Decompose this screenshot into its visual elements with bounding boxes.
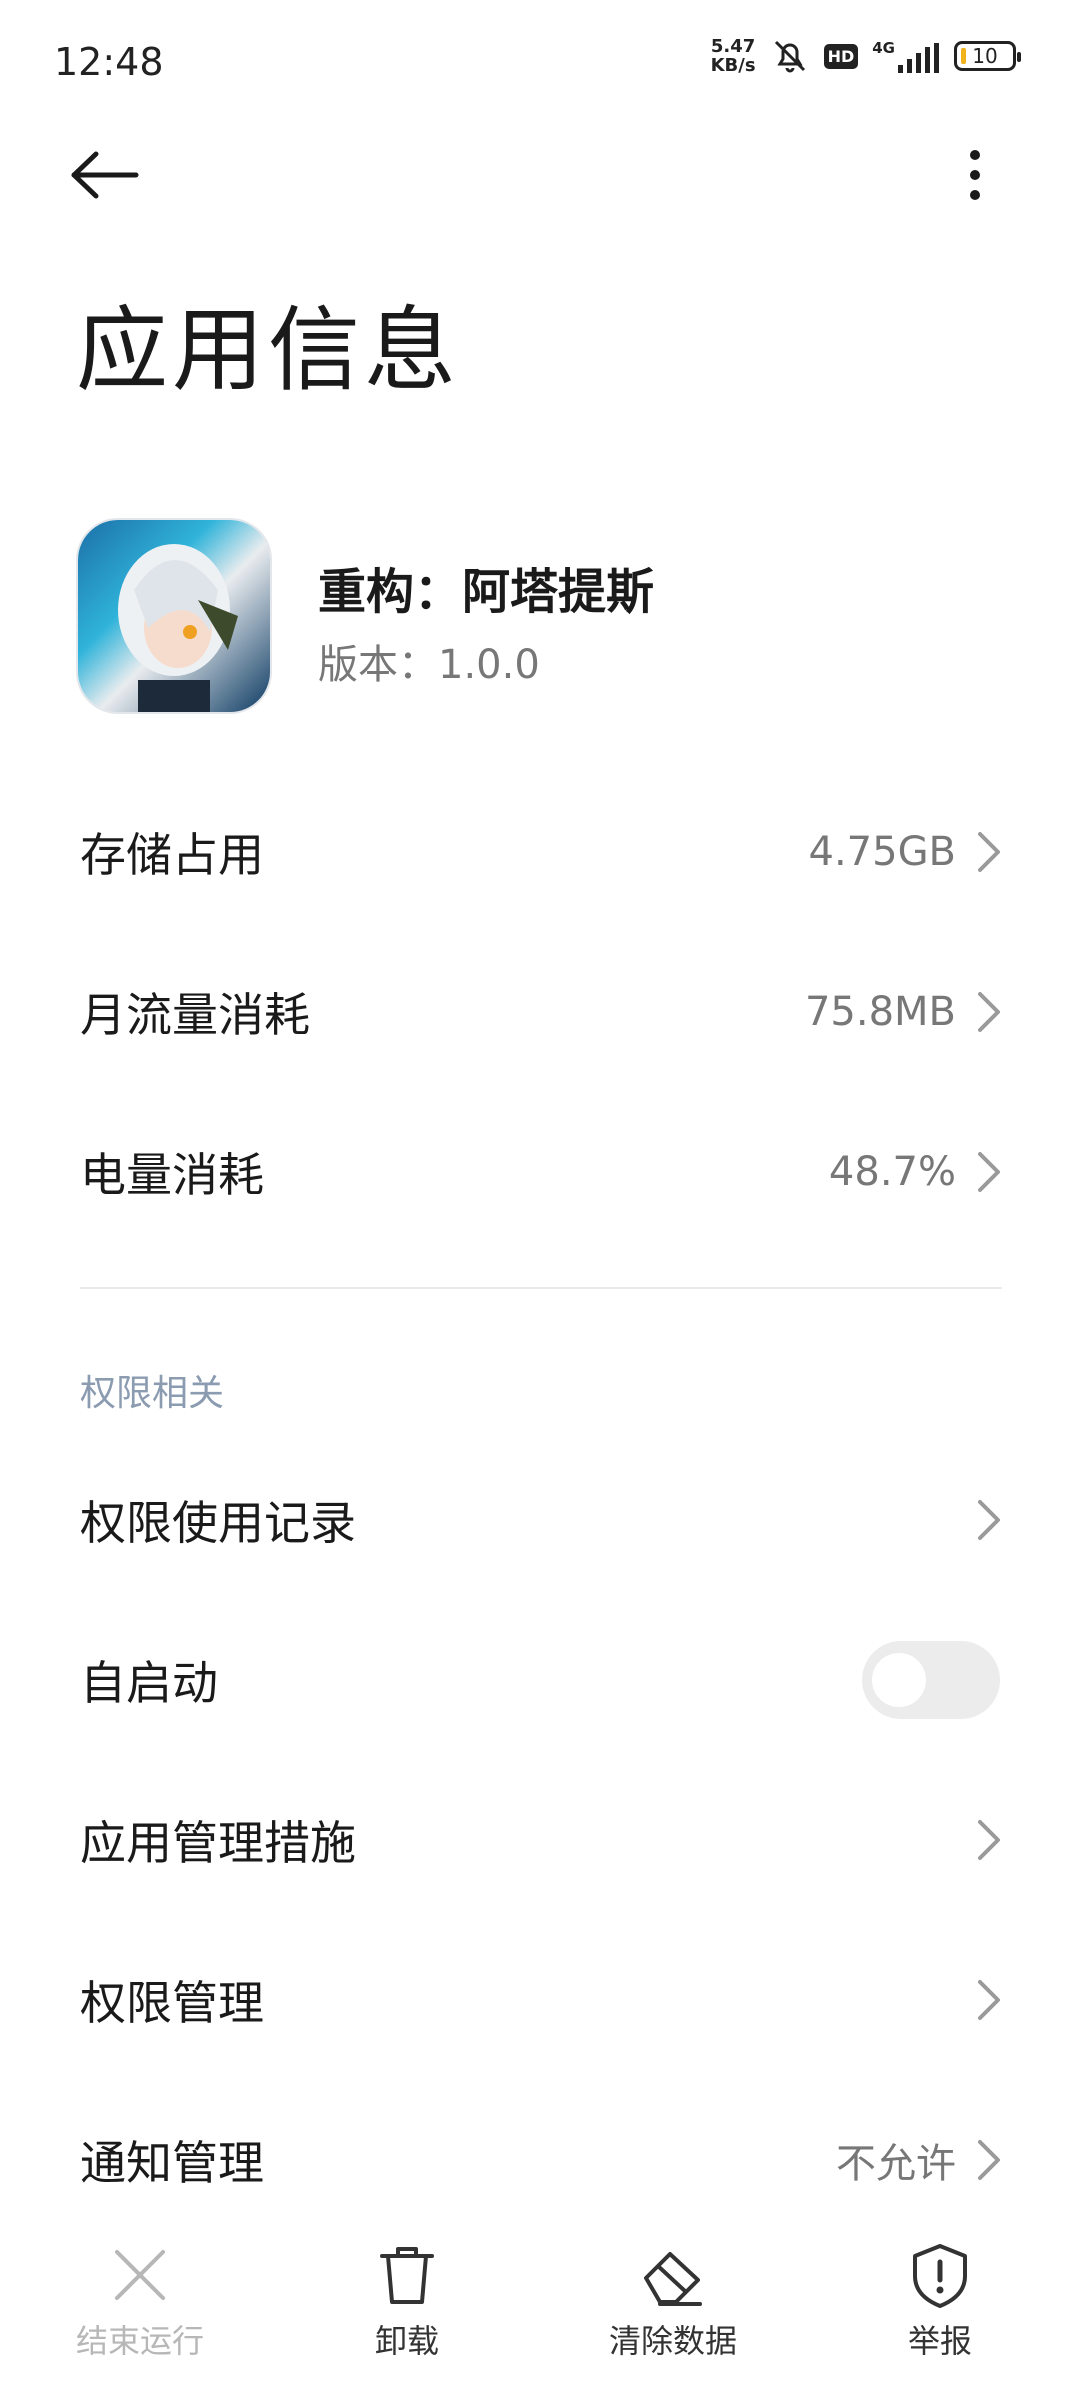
permission-usage-record-row[interactable]: 权限使用记录 [0, 1440, 1080, 1600]
back-button[interactable] [70, 140, 160, 210]
arrow-left-icon [71, 151, 139, 199]
row-label: 权限管理 [80, 1976, 264, 2030]
action-label: 结束运行 [75, 2322, 204, 2360]
clear-data-button[interactable]: 清除数据 [563, 2240, 783, 2370]
notification-management-row[interactable]: 通知管理 不允许 [0, 2080, 1080, 2240]
signal-bars-icon [898, 43, 939, 73]
chevron-right-icon [978, 1820, 1000, 1860]
battery-fill [961, 48, 966, 64]
permission-management-row[interactable]: 权限管理 [0, 1920, 1080, 2080]
row-label: 自启动 [80, 1656, 218, 1710]
chevron-right-icon [978, 2140, 1000, 2180]
row-label: 通知管理 [80, 2136, 264, 2190]
network-speed: 5.47 KB/s [710, 36, 756, 76]
row-label: 应用管理措施 [80, 1816, 356, 1870]
app-name: 重构：阿塔提斯 [318, 564, 655, 620]
row-label: 权限使用记录 [80, 1496, 356, 1550]
action-label: 清除数据 [608, 2322, 737, 2360]
row-value: 不允许 [836, 2141, 956, 2187]
chevron-right-icon [978, 992, 1000, 1032]
toggle-knob [872, 1653, 926, 1707]
action-label: 卸载 [374, 2322, 439, 2360]
uninstall-button[interactable]: 卸载 [297, 2240, 517, 2370]
more-options-button[interactable] [950, 140, 1000, 210]
row-label: 电量消耗 [80, 1148, 264, 1202]
shield-alert-icon [913, 2244, 967, 2308]
trash-icon [380, 2247, 434, 2304]
force-stop-button[interactable]: 结束运行 [30, 2240, 250, 2370]
chevron-right-icon [978, 1500, 1000, 1540]
chevron-right-icon [978, 832, 1000, 872]
cellular-signal: 4G [872, 39, 940, 73]
mute-bell-icon [774, 40, 805, 73]
app-version: 版本：1.0.0 [318, 642, 540, 688]
app-management-measures-row[interactable]: 应用管理措施 [0, 1760, 1080, 1920]
more-vertical-icon [970, 150, 980, 200]
section-divider [80, 1287, 1002, 1289]
app-icon [78, 520, 270, 712]
close-icon [115, 2250, 165, 2300]
chevron-right-icon [978, 1980, 1000, 2020]
action-label: 举报 [907, 2322, 972, 2360]
status-time: 12:48 [54, 40, 164, 84]
row-value: 4.75GB [808, 829, 957, 875]
battery-indicator: 10 [954, 41, 1021, 71]
row-value: 48.7% [828, 1149, 956, 1195]
row-label: 月流量消耗 [80, 988, 310, 1042]
hd-badge: HD [823, 43, 859, 69]
battery-usage-row[interactable]: 电量消耗 48.7% [0, 1092, 1080, 1252]
data-usage-row[interactable]: 月流量消耗 75.8MB [0, 932, 1080, 1092]
chevron-right-icon [978, 1152, 1000, 1192]
auto-start-toggle[interactable] [862, 1641, 1000, 1719]
row-value: 75.8MB [804, 989, 956, 1035]
auto-start-row: 自启动 [0, 1600, 1080, 1760]
status-icons: 5.47 KB/s HD 4G 10 [710, 36, 1021, 76]
section-title: 权限相关 [80, 1373, 225, 1414]
eraser-icon [644, 2252, 702, 2306]
row-label: 存储占用 [80, 828, 264, 882]
report-button[interactable]: 举报 [830, 2240, 1050, 2370]
storage-usage-row[interactable]: 存储占用 4.75GB [0, 772, 1080, 932]
page-title: 应用信息 [76, 297, 461, 404]
